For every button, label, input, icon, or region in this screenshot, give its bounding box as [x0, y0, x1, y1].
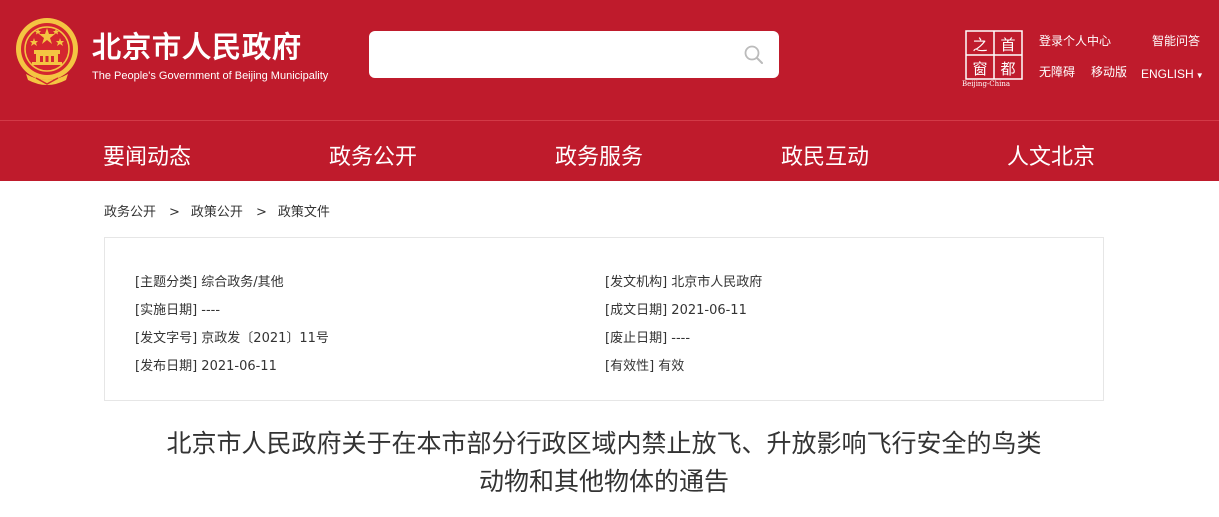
meta-label: [发文机构]: [605, 275, 668, 290]
caret-down-icon: ▼: [1195, 71, 1204, 80]
search-icon[interactable]: [743, 44, 765, 66]
meta-label: [废止日期]: [605, 331, 668, 346]
meta-publish-date: [发布日期] 2021-06-11: [135, 355, 277, 374]
site-title-english[interactable]: The People's Government of Beijing Munic…: [92, 70, 328, 82]
capital-logo-char: 窗: [972, 60, 987, 78]
breadcrumb-separator: >: [255, 205, 267, 220]
meta-value: 2021-06-11: [201, 359, 277, 374]
site-title[interactable]: 北京市人民政府: [92, 24, 302, 66]
meta-issuing-agency: [发文机构] 北京市人民政府: [605, 271, 762, 290]
capital-logo-subtitle: Beijing-China: [962, 80, 1011, 88]
capital-logo-char: 之: [972, 36, 987, 54]
meta-validity: [有效性] 有效: [605, 355, 684, 374]
main-nav: 要闻动态 政务公开 政务服务 政民互动 人文北京: [0, 120, 1219, 181]
accessibility-link[interactable]: 无障碍: [1039, 63, 1075, 80]
english-label: ENGLISH: [1141, 67, 1194, 81]
capital-logo-char: 都: [1000, 60, 1015, 78]
meta-topic: [主题分类] 综合政务/其他: [135, 271, 284, 290]
nav-item-culture-beijing[interactable]: 人文北京: [1007, 139, 1095, 171]
meta-value: 北京市人民政府: [671, 275, 763, 290]
meta-label: [成文日期]: [605, 303, 668, 318]
meta-value: 2021-06-11: [671, 303, 747, 318]
nav-item-interaction[interactable]: 政民互动: [781, 139, 869, 171]
meta-label: [实施日期]: [135, 303, 198, 318]
mobile-version-link[interactable]: 移动版: [1091, 63, 1127, 80]
smart-qa-link[interactable]: 智能问答: [1152, 32, 1200, 49]
meta-value: ----: [671, 331, 691, 346]
search-input[interactable]: [381, 39, 721, 69]
meta-label: [有效性]: [605, 359, 655, 374]
meta-value: 有效: [658, 359, 685, 374]
english-dropdown[interactable]: ENGLISH ▼: [1141, 67, 1204, 81]
meta-value: 京政发〔2021〕11号: [201, 331, 329, 346]
article-title: 北京市人民政府关于在本市部分行政区域内禁止放飞、升放影响飞行安全的鸟类 动物和其…: [104, 425, 1104, 501]
national-emblem-icon[interactable]: [14, 16, 80, 86]
meta-label: [主题分类]: [135, 275, 198, 290]
nav-item-gov-affairs-open[interactable]: 政务公开: [329, 139, 417, 171]
nav-item-gov-services[interactable]: 政务服务: [555, 139, 643, 171]
meta-value: ----: [201, 303, 221, 318]
meta-value: 综合政务/其他: [201, 275, 284, 290]
meta-doc-number: [发文字号] 京政发〔2021〕11号: [135, 327, 329, 346]
login-personal-center-link[interactable]: 登录个人中心: [1039, 32, 1111, 49]
meta-label: [发布日期]: [135, 359, 198, 374]
breadcrumb-item[interactable]: 政策公开: [191, 205, 243, 220]
article-title-line: 动物和其他物体的通告: [478, 467, 729, 496]
meta-written-date: [成文日期] 2021-06-11: [605, 299, 747, 318]
capital-logo-char: 首: [1000, 36, 1015, 54]
nav-item-news[interactable]: 要闻动态: [103, 139, 191, 171]
article-title-line: 北京市人民政府关于在本市部分行政区域内禁止放飞、升放影响飞行安全的鸟类: [166, 429, 1042, 458]
breadcrumb-item[interactable]: 政策文件: [278, 205, 330, 220]
document-meta-box: [主题分类] 综合政务/其他 [实施日期] ---- [发文字号] 京政发〔20…: [104, 237, 1104, 401]
meta-label: [发文字号]: [135, 331, 198, 346]
breadcrumb: 政务公开 > 政策公开 > 政策文件: [104, 201, 330, 220]
breadcrumb-separator: >: [169, 205, 180, 220]
breadcrumb-item[interactable]: 政务公开: [104, 205, 156, 220]
meta-effective-date: [实施日期] ----: [135, 299, 220, 318]
search-box: [369, 31, 779, 78]
site-header: 北京市人民政府 The People's Government of Beiji…: [0, 0, 1219, 120]
meta-abolish-date: [废止日期] ----: [605, 327, 690, 346]
